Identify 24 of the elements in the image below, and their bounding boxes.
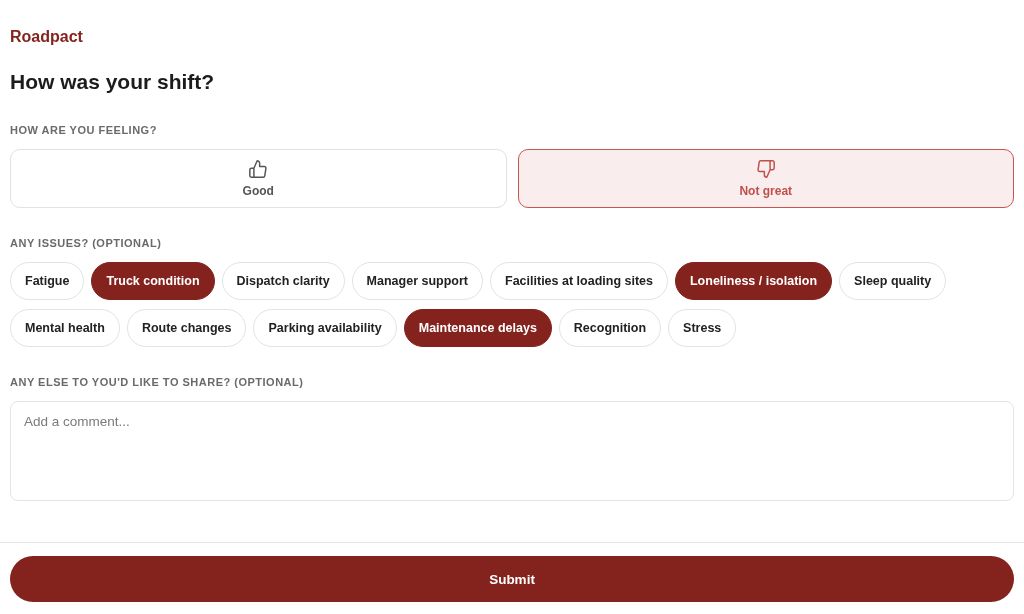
issue-chip[interactable]: Maintenance delays [403, 309, 552, 347]
submit-button[interactable]: Submit [10, 556, 1014, 602]
mood-option[interactable]: Good [10, 149, 507, 208]
comment-field[interactable]: Add a comment... [10, 401, 1014, 501]
issue-chip[interactable]: Fatigue [10, 262, 85, 300]
issue-chip[interactable]: Sleep quality [839, 262, 947, 300]
section-label: HOW ARE YOU FEELING? [10, 123, 157, 137]
section-label: ANY ELSE TO YOU'D LIKE TO SHARE? (OPTIONAL) [10, 375, 304, 389]
issue-chip[interactable]: Loneliness / isolation [675, 262, 833, 300]
section-label: ANY ISSUES? (OPTIONAL) [10, 236, 162, 250]
brand-name: Roadpact [10, 27, 83, 47]
issue-chip[interactable]: Route changes [126, 309, 247, 347]
issue-chip[interactable]: Recognition [558, 309, 662, 347]
issue-chip[interactable]: Facilities at loading sites [490, 262, 668, 300]
mood-option[interactable]: Not great [517, 149, 1014, 208]
issue-chip[interactable]: Truck condition [91, 262, 215, 300]
issue-chip[interactable]: Dispatch clarity [221, 262, 345, 300]
issue-chip[interactable]: Stress [668, 309, 737, 347]
issue-chip[interactable]: Manager support [351, 262, 483, 300]
thumbs-down-icon [756, 159, 775, 178]
thumbs-up-icon [249, 159, 268, 178]
page-title: How was your shift? [10, 69, 215, 95]
issue-chip[interactable]: Mental health [10, 309, 120, 347]
issue-chip[interactable]: Parking availability [253, 309, 397, 347]
